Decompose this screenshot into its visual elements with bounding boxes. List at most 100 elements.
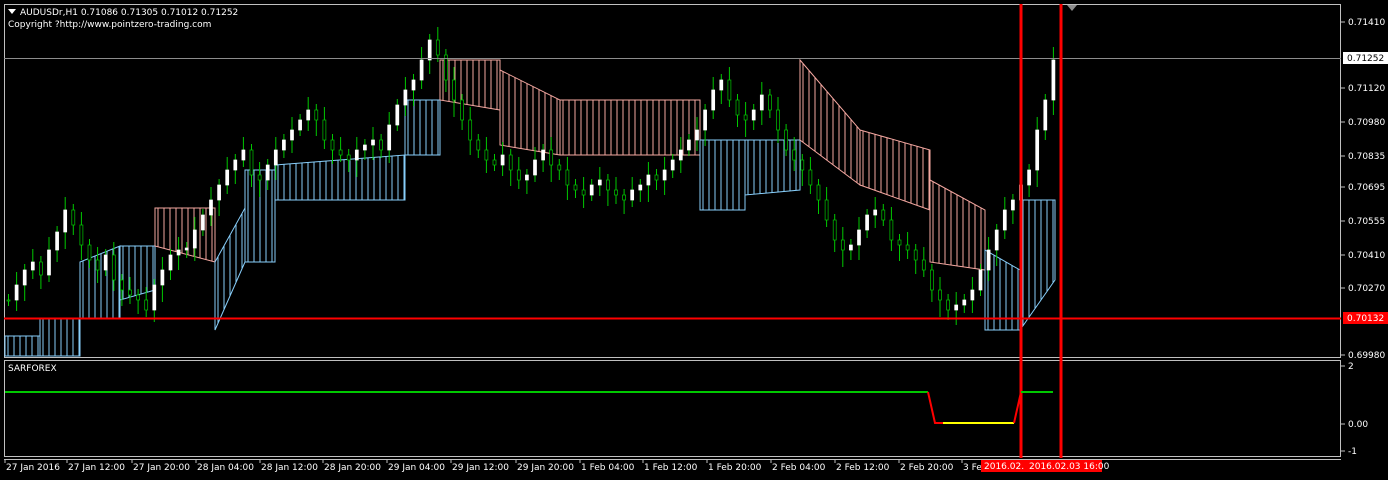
candle-body	[597, 179, 602, 186]
candle-body	[784, 129, 788, 151]
candle-body	[427, 39, 432, 61]
candle-body	[662, 169, 667, 181]
candle-body	[144, 299, 149, 311]
candle-body	[994, 229, 999, 251]
candle-body	[354, 149, 359, 161]
chart-canvas[interactable]: 0.71410 0.71120 0.70980 0.70835 0.70695 0.705…	[0, 0, 1388, 480]
candle-body	[298, 119, 302, 131]
candle-body	[282, 139, 286, 151]
candle-body	[905, 244, 910, 251]
candle-body	[849, 244, 853, 251]
candle-body	[695, 129, 699, 141]
candle-body	[257, 174, 262, 181]
candle-body	[687, 139, 691, 151]
candle-body	[565, 169, 570, 186]
candle-body	[735, 99, 740, 116]
candle-body	[403, 89, 408, 106]
candle-body	[946, 299, 950, 311]
candle-body	[889, 219, 894, 241]
indicator-subwindow-frame	[4, 360, 1341, 457]
candle-body	[419, 59, 424, 81]
candle-body	[743, 114, 748, 121]
main-chart-frame	[4, 4, 1341, 358]
candle-body	[460, 99, 464, 121]
candle-body	[622, 194, 626, 201]
price-tick-label: 0.70410	[1348, 251, 1385, 261]
candle-body	[30, 261, 35, 271]
time-highlight-label-1: 2016.02.	[984, 462, 1024, 472]
candle-body	[873, 209, 878, 216]
time-tick-label: 28 Jan 12:00	[261, 463, 318, 473]
cloud-segment	[119, 245, 156, 301]
candle-body	[47, 249, 51, 276]
candle-body	[39, 261, 43, 276]
cloud-segment	[859, 129, 931, 211]
candle-body	[808, 169, 813, 186]
candle-body	[1043, 99, 1048, 131]
candle-body	[865, 214, 869, 231]
candle-body	[6, 299, 11, 302]
candle-body	[678, 149, 683, 161]
indicator-line-red-down	[927, 391, 943, 424]
candle-body	[209, 199, 213, 216]
candle-body	[533, 159, 537, 176]
time-tick-label: 28 Jan 04:00	[197, 463, 254, 473]
candle-body	[103, 254, 108, 271]
candle-body	[395, 104, 400, 126]
price-tick-label: 0.71410	[1348, 18, 1385, 28]
candle-body	[314, 109, 319, 121]
copyright-line: Copyright ?http://www.pointzero-trading.…	[8, 20, 212, 30]
candle-body	[508, 154, 513, 171]
cloud-segment	[404, 99, 441, 156]
candle-body	[768, 94, 772, 111]
candle-body	[525, 174, 529, 181]
time-tick-label: 27 Jan 20:00	[133, 463, 190, 473]
candle-body	[930, 269, 934, 291]
price-tick-label: 0.70270	[1348, 284, 1385, 294]
candle-body	[751, 109, 756, 121]
candle-body	[630, 189, 635, 201]
candle-body	[128, 289, 132, 296]
candle-body	[63, 209, 68, 233]
collapse-triangle-icon[interactable]	[8, 9, 16, 14]
candle-body	[225, 169, 230, 186]
time-tick-label: 2 Feb 20:00	[900, 463, 954, 473]
candle-body	[881, 209, 886, 221]
candle-body	[954, 304, 959, 311]
indicator-tick-label: 0.00	[1348, 420, 1368, 430]
candle-body	[265, 164, 270, 181]
time-tick-label: 29 Jan 04:00	[388, 463, 445, 473]
candle-body	[136, 294, 140, 301]
indicator-tick-label: 2	[1348, 362, 1354, 372]
candlesticks	[6, 27, 1056, 325]
candle-body	[379, 139, 383, 151]
candle-body	[290, 129, 294, 141]
candle-body	[411, 79, 416, 91]
candle-body	[1027, 169, 1031, 186]
candle-body	[711, 89, 716, 111]
candle-body	[120, 279, 124, 291]
candle-body	[452, 79, 456, 101]
candle-body	[160, 269, 165, 286]
time-tick-label: 1 Feb 04:00	[581, 463, 635, 473]
candle-body	[614, 189, 618, 196]
candle-body	[306, 109, 311, 121]
candle-body	[322, 119, 327, 141]
time-tick-label: 1 Feb 20:00	[708, 463, 762, 473]
time-tick-label: 2 Feb 04:00	[772, 463, 826, 473]
candle-body	[55, 231, 59, 251]
time-highlight-label-2: 2016.02.03 16:00	[1029, 462, 1110, 472]
candle-body	[986, 249, 991, 271]
candle-body	[1051, 59, 1056, 101]
chart-shift-marker[interactable]	[1067, 5, 1077, 11]
price-tick-label: 0.71120	[1348, 84, 1385, 94]
candle-body	[492, 159, 497, 166]
candle-body	[192, 229, 197, 249]
candle-body	[897, 239, 902, 246]
candle-body	[249, 149, 254, 176]
candle-body	[792, 149, 797, 161]
candle-body	[557, 164, 562, 171]
candle-body	[978, 269, 983, 291]
candle-body	[476, 139, 481, 151]
candle-body	[1011, 199, 1015, 211]
